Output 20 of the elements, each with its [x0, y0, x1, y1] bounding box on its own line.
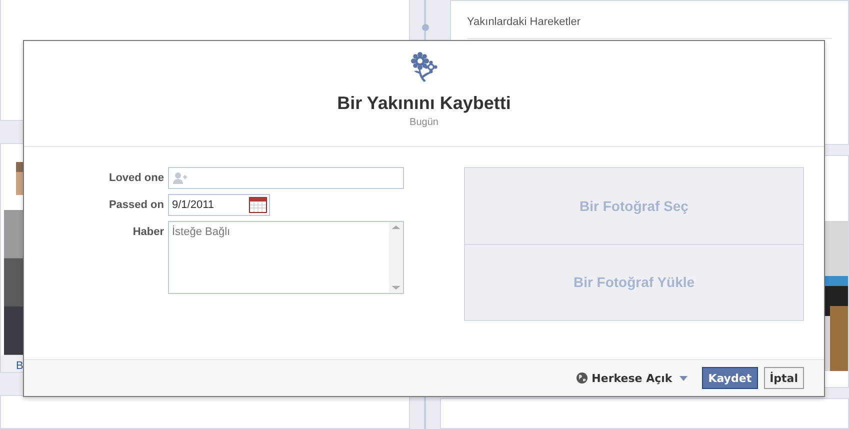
- field-label: Loved one: [108, 171, 164, 184]
- friend-field[interactable]: [168, 167, 404, 189]
- story-text: B: [16, 360, 24, 372]
- message-field[interactable]: İsteğe Bağlı: [168, 221, 404, 294]
- cancel-button[interactable]: İptal: [764, 367, 804, 389]
- calendar-icon[interactable]: [249, 197, 267, 213]
- scrollbar[interactable]: [389, 222, 403, 293]
- timeline-dot: [422, 24, 428, 31]
- field-label: Passed on: [108, 198, 164, 211]
- date-field[interactable]: 9/1/2011: [168, 194, 270, 216]
- add-person-icon: [173, 172, 187, 184]
- save-button[interactable]: Kaydet: [702, 367, 758, 389]
- nearby-title: Yakınlardaki Hareketler: [467, 16, 832, 39]
- dialog-title: Bir Yakınını Kaybetti: [337, 93, 511, 114]
- flower-icon: [408, 51, 440, 83]
- field-label: Haber: [132, 225, 164, 238]
- privacy-selector[interactable]: Herkese Açık: [576, 372, 688, 384]
- dialog-subtitle: Bugün: [410, 117, 438, 128]
- caret-icon: [679, 376, 688, 380]
- globe-icon: [576, 372, 588, 384]
